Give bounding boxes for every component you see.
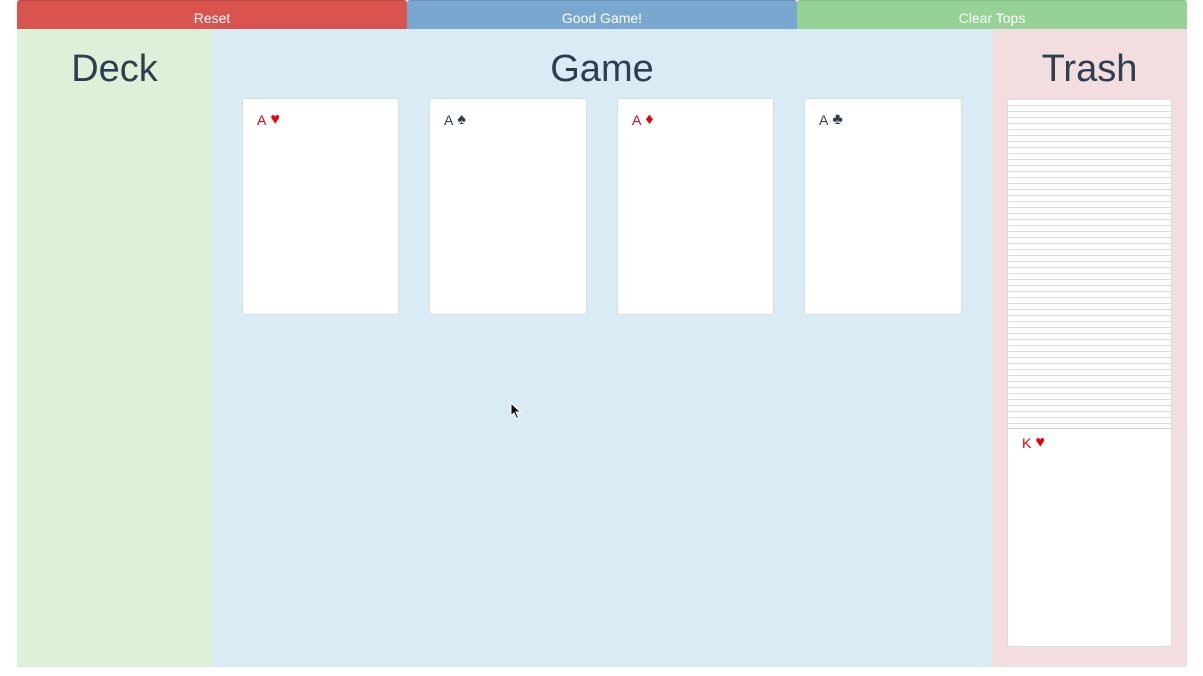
spade-icon: ♠ [457,111,466,128]
clear-tops-button[interactable]: Clear Tops [797,0,1187,29]
deck-panel[interactable]: Deck [17,29,212,667]
card-label: A ♠ [444,111,466,129]
heart-icon: ♥ [1035,434,1045,451]
game-card-ace-spades[interactable]: A ♠ [429,98,587,315]
card-label: A ♥ [257,111,280,129]
toolbar: Reset Good Game! Clear Tops [17,0,1187,29]
diamond-icon: ♦ [645,111,654,128]
good-game-button[interactable]: Good Game! [407,0,797,29]
stacked-card-edges [1008,100,1171,429]
heart-icon: ♥ [270,111,280,128]
card-rank: A [444,112,454,128]
card-rank: K [1022,435,1032,451]
game-card-ace-hearts[interactable]: A ♥ [242,98,399,315]
card-rank: A [819,112,829,128]
card-label: A ♦ [632,111,654,129]
game-panel: Game A ♥ A ♠ A ♦ A ♣ [212,29,992,667]
card-rank: A [632,112,642,128]
deck-title: Deck [71,48,158,90]
game-card-ace-clubs[interactable]: A ♣ [804,98,962,315]
mouse-cursor-icon [510,402,522,420]
club-icon: ♣ [832,111,843,128]
trash-card-stack[interactable]: K ♥ [1007,99,1172,647]
game-card-ace-diamonds[interactable]: A ♦ [617,98,774,315]
reset-button[interactable]: Reset [17,0,407,29]
trash-title: Trash [1041,48,1138,90]
trash-panel: Trash K ♥ [992,29,1187,667]
trash-top-card-label: K ♥ [1022,434,1045,452]
card-label: A ♣ [819,111,843,129]
game-title: Game [550,48,654,90]
card-rank: A [257,112,267,128]
